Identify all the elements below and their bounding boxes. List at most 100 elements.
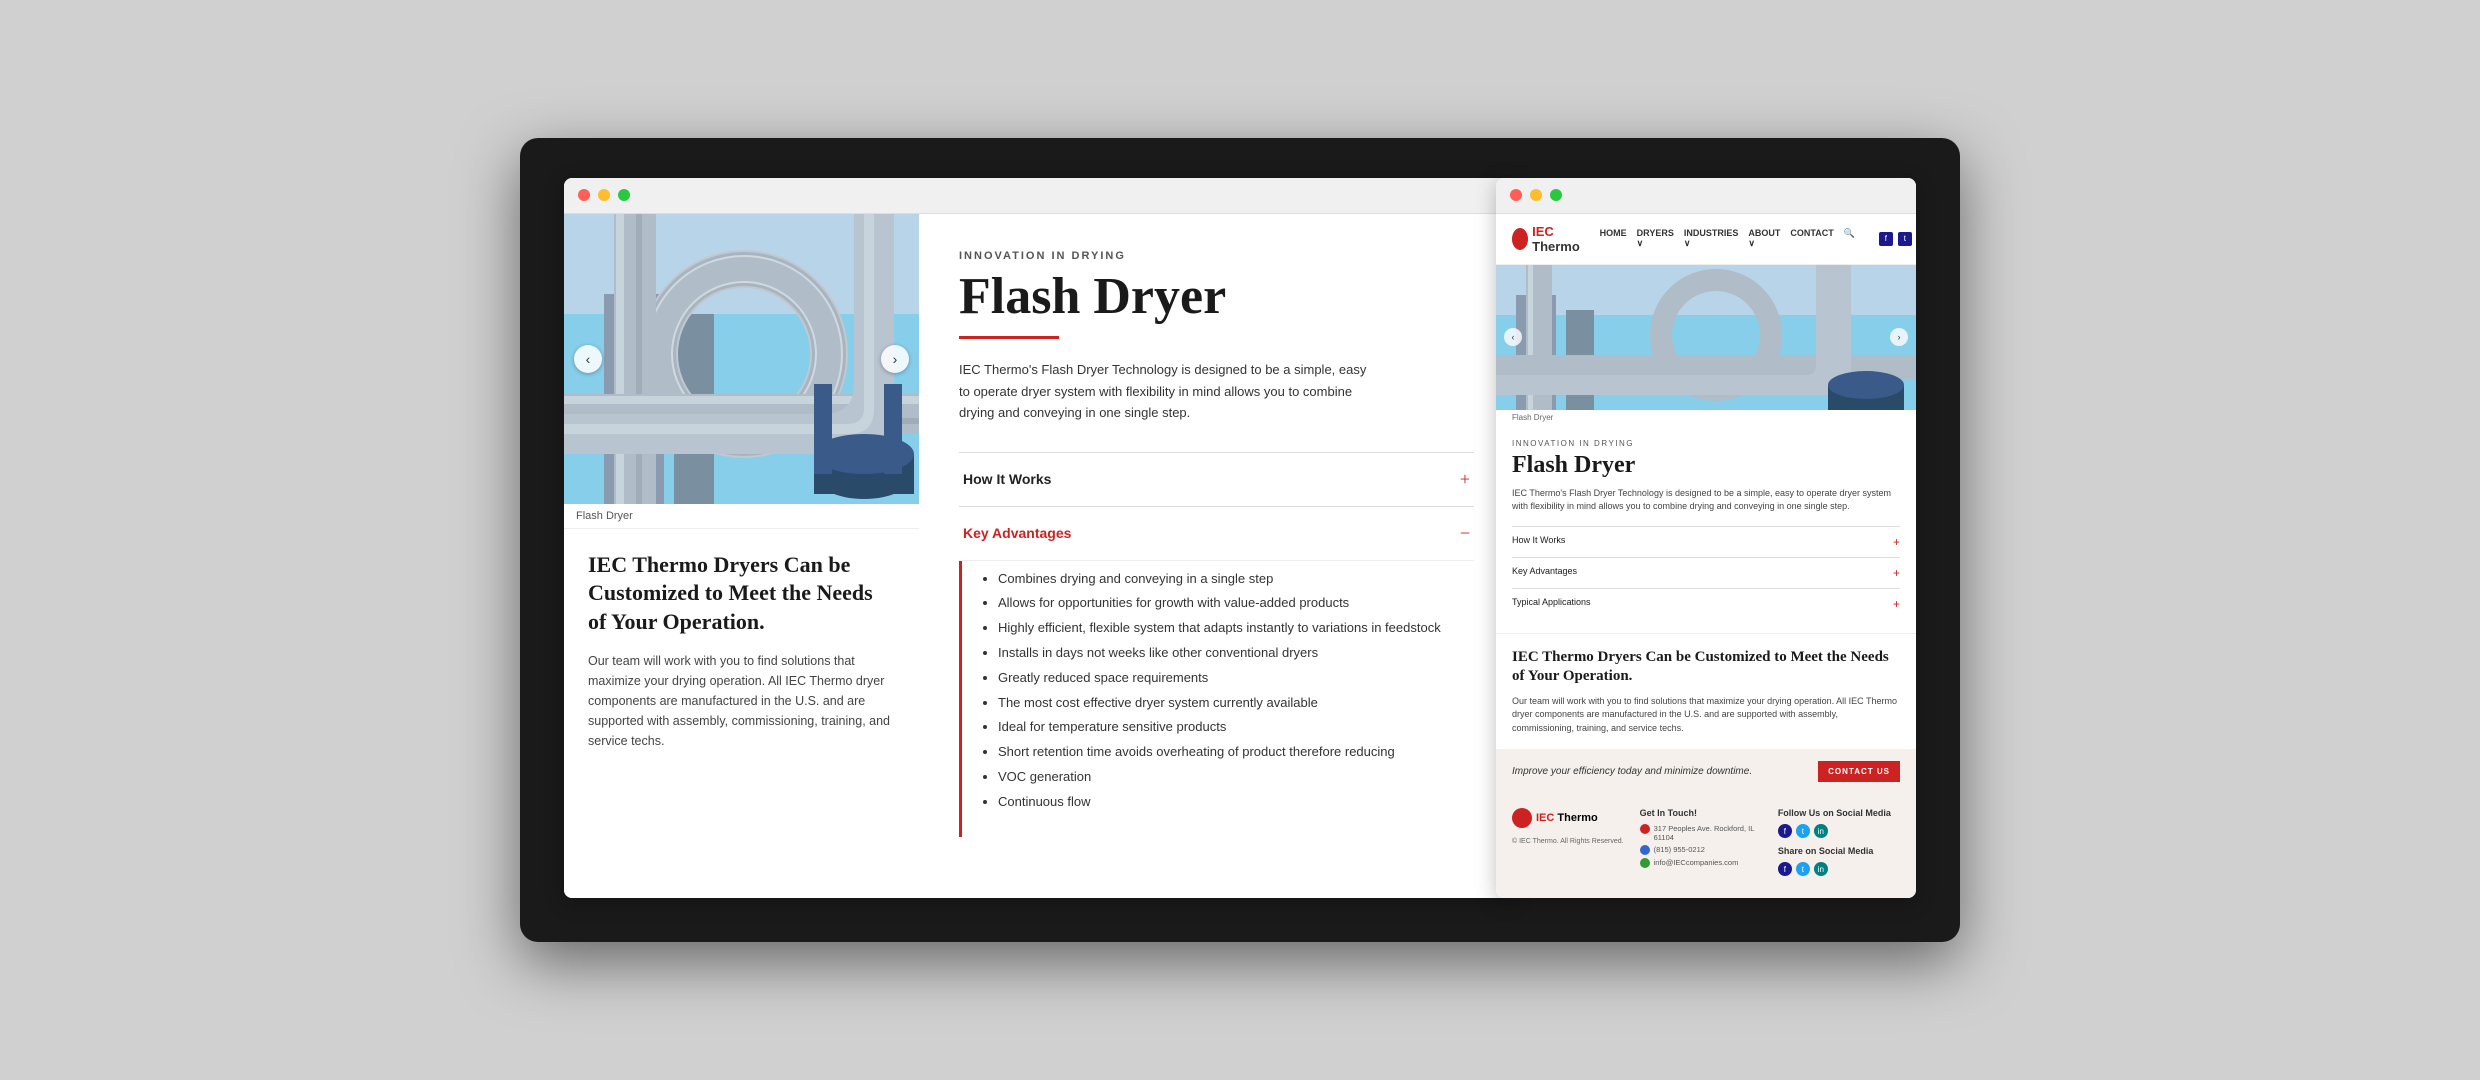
how-it-works-label: How It Works bbox=[963, 471, 1051, 487]
carousel-prev-button[interactable]: ‹ bbox=[574, 345, 602, 373]
list-item: The most cost effective dryer system cur… bbox=[998, 693, 1470, 714]
list-item: Greatly reduced space requirements bbox=[998, 668, 1470, 689]
right-browser-main: IEC Thermo HOME DRYERS ∨ INDUSTRIES ∨ AB… bbox=[1496, 214, 1916, 899]
innovation-label: INNOVATION IN DRYING bbox=[959, 250, 1474, 262]
footer-linkedin-icon[interactable]: in bbox=[1814, 824, 1828, 838]
right-key-advantages[interactable]: Key Advantages + bbox=[1512, 557, 1900, 588]
share-twitter-icon[interactable]: t bbox=[1796, 862, 1810, 876]
mail-icon bbox=[1640, 858, 1650, 868]
right-typical-applications[interactable]: Typical Applications + bbox=[1512, 588, 1900, 619]
plus-icon: + bbox=[1460, 469, 1470, 490]
footer-address: 317 Peoples Ave. Rockford, IL 61104 bbox=[1640, 824, 1762, 842]
footer-logo-circle bbox=[1512, 808, 1532, 828]
right-how-it-works-label: How It Works bbox=[1512, 535, 1565, 549]
list-item: Highly efficient, flexible system that a… bbox=[998, 618, 1470, 639]
logo-iec: IEC bbox=[1532, 224, 1554, 239]
minus-icon: − bbox=[1460, 523, 1470, 544]
minimize-dot[interactable] bbox=[598, 189, 610, 201]
key-advantages-header[interactable]: Key Advantages − bbox=[959, 507, 1474, 561]
logo-circle bbox=[1512, 228, 1528, 250]
right-logo: IEC Thermo bbox=[1512, 224, 1586, 254]
contact-us-button[interactable]: CONTACT US bbox=[1818, 761, 1900, 782]
browser-left: ‹ › Flash Dryer IEC Thermo Dryers Can be… bbox=[564, 178, 1514, 899]
right-carousel-next[interactable]: › bbox=[1890, 328, 1908, 346]
list-item: Installs in days not weeks like other co… bbox=[998, 643, 1470, 664]
carousel-next-button[interactable]: › bbox=[881, 345, 909, 373]
maximize-dot-r[interactable] bbox=[1550, 189, 1562, 201]
footer-email-text: info@IECcompanies.com bbox=[1654, 858, 1739, 867]
footer-logo: IEC Thermo bbox=[1512, 808, 1624, 828]
facebook-icon[interactable]: f bbox=[1879, 232, 1893, 246]
list-item: Ideal for temperature sensitive products bbox=[998, 717, 1470, 738]
nav-home[interactable]: HOME bbox=[1600, 228, 1627, 249]
hero-image: ‹ › bbox=[564, 214, 919, 504]
footer-follow-heading: Follow Us on Social Media bbox=[1778, 808, 1900, 818]
right-content-panel: INNOVATION IN DRYING Flash Dryer IEC The… bbox=[919, 214, 1514, 899]
minimize-dot-r[interactable] bbox=[1530, 189, 1542, 201]
right-carousel-prev[interactable]: ‹ bbox=[1504, 328, 1522, 346]
screen-wrapper: ‹ › Flash Dryer IEC Thermo Dryers Can be… bbox=[520, 138, 1960, 943]
left-panel: ‹ › Flash Dryer IEC Thermo Dryers Can be… bbox=[564, 214, 919, 899]
close-dot[interactable] bbox=[578, 189, 590, 201]
key-advantages-body: Combines drying and conveying in a singl… bbox=[959, 561, 1474, 837]
how-it-works-header[interactable]: How It Works + bbox=[959, 453, 1474, 506]
footer-follow-icons: f t in bbox=[1778, 824, 1900, 838]
browser-right: IEC Thermo HOME DRYERS ∨ INDUSTRIES ∨ AB… bbox=[1496, 178, 1916, 899]
twitter-icon[interactable]: t bbox=[1898, 232, 1912, 246]
close-dot-r[interactable] bbox=[1510, 189, 1522, 201]
key-advantages-label: Key Advantages bbox=[963, 525, 1071, 541]
share-facebook-icon[interactable]: f bbox=[1778, 862, 1792, 876]
nav-industries[interactable]: INDUSTRIES ∨ bbox=[1684, 228, 1739, 249]
location-icon bbox=[1640, 824, 1650, 834]
right-key-plus-icon: + bbox=[1893, 566, 1900, 580]
right-image-caption: Flash Dryer bbox=[1496, 410, 1916, 425]
right-how-it-works[interactable]: How It Works + bbox=[1512, 526, 1900, 557]
chevron-left-icon: ‹ bbox=[586, 351, 591, 367]
footer-logo-iec: IEC bbox=[1536, 812, 1554, 824]
footer-copyright: © IEC Thermo. All Rights Reserved. bbox=[1512, 838, 1624, 845]
list-item: VOC generation bbox=[998, 767, 1470, 788]
footer-share-icons: f t in bbox=[1778, 862, 1900, 876]
how-it-works-section: How It Works + bbox=[959, 452, 1474, 506]
left-body: Our team will work with you to find solu… bbox=[588, 651, 895, 751]
nav-dryers[interactable]: DRYERS ∨ bbox=[1637, 228, 1674, 249]
right-cta-section: Improve your efficiency today and minimi… bbox=[1496, 749, 1916, 794]
footer-phone: (815) 955-0212 bbox=[1640, 845, 1762, 855]
nav-links: HOME DRYERS ∨ INDUSTRIES ∨ ABOUT ∨ CONTA… bbox=[1600, 228, 1855, 249]
nav-contact[interactable]: CONTACT bbox=[1790, 228, 1833, 249]
share-linkedin-icon[interactable]: in bbox=[1814, 862, 1828, 876]
footer-logo-thermo: Thermo bbox=[1554, 812, 1597, 824]
right-hero-image: ‹ › bbox=[1496, 265, 1916, 410]
title-underline bbox=[959, 336, 1059, 339]
footer-twitter-icon[interactable]: t bbox=[1796, 824, 1810, 838]
right-key-advantages-label: Key Advantages bbox=[1512, 566, 1577, 580]
search-icon[interactable]: 🔍 bbox=[1844, 228, 1855, 249]
right-desc: IEC Thermo's Flash Dryer Technology is d… bbox=[1512, 487, 1900, 514]
footer-contact: Get In Touch! 317 Peoples Ave. Rockford,… bbox=[1640, 808, 1762, 884]
right-navigation: IEC Thermo HOME DRYERS ∨ INDUSTRIES ∨ AB… bbox=[1496, 214, 1916, 265]
right-customize-section: IEC Thermo Dryers Can be Customized to M… bbox=[1496, 633, 1916, 750]
right-typical-applications-label: Typical Applications bbox=[1512, 597, 1591, 611]
footer-share-heading: Share on Social Media bbox=[1778, 846, 1900, 856]
right-content-area: INNOVATION IN DRYING Flash Dryer IEC The… bbox=[1496, 425, 1916, 633]
footer-facebook-icon[interactable]: f bbox=[1778, 824, 1792, 838]
footer-address-text: 317 Peoples Ave. Rockford, IL 61104 bbox=[1654, 824, 1762, 842]
nav-about[interactable]: ABOUT ∨ bbox=[1748, 228, 1780, 249]
right-cta-text: Improve your efficiency today and minimi… bbox=[1512, 766, 1752, 777]
maximize-dot[interactable] bbox=[618, 189, 630, 201]
list-item: Allows for opportunities for growth with… bbox=[998, 593, 1470, 614]
right-typical-plus-icon: + bbox=[1893, 597, 1900, 611]
list-item: Combines drying and conveying in a singl… bbox=[998, 569, 1470, 590]
list-item: Short retention time avoids overheating … bbox=[998, 742, 1470, 763]
list-item: Continuous flow bbox=[998, 792, 1470, 813]
right-how-plus-icon: + bbox=[1893, 535, 1900, 549]
left-text-section: IEC Thermo Dryers Can be Customized to M… bbox=[564, 529, 919, 775]
footer-phone-text: (815) 955-0212 bbox=[1654, 845, 1705, 854]
footer-logo-section: IEC Thermo © IEC Thermo. All Rights Rese… bbox=[1512, 808, 1624, 884]
right-innovation-label: INNOVATION IN DRYING bbox=[1512, 439, 1900, 448]
browser-content: ‹ › Flash Dryer IEC Thermo Dryers Can be… bbox=[564, 214, 1514, 899]
image-caption: Flash Dryer bbox=[564, 504, 919, 529]
browser-bar-right bbox=[1496, 178, 1916, 214]
description-text: IEC Thermo's Flash Dryer Technology is d… bbox=[959, 359, 1379, 423]
right-customize-body: Our team will work with you to find solu… bbox=[1512, 695, 1900, 736]
